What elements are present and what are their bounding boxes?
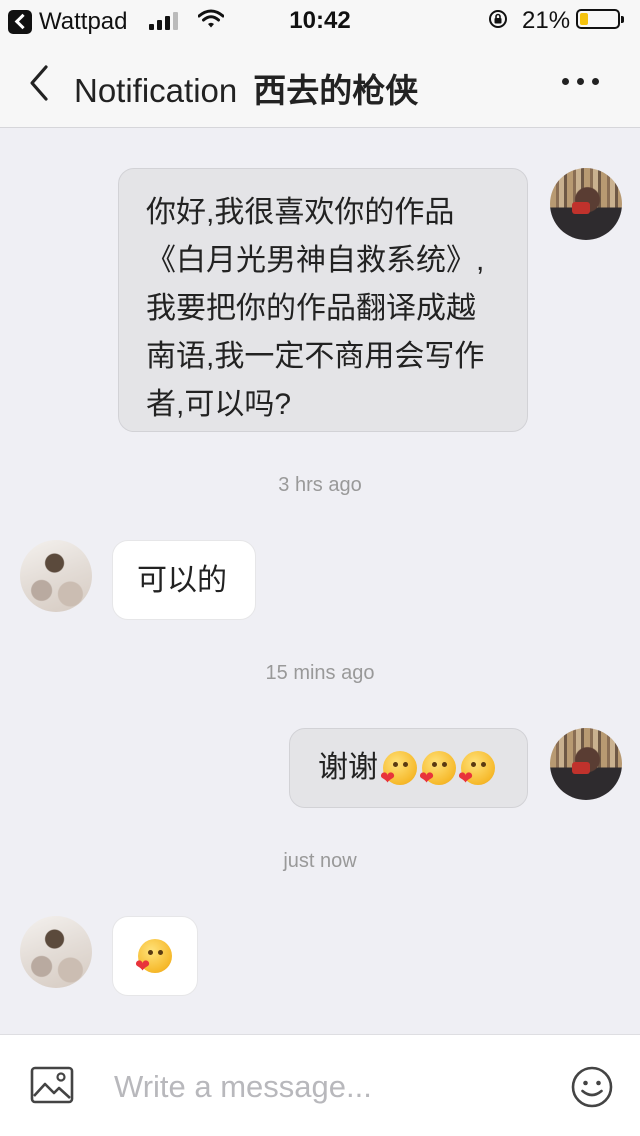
smiley-icon[interactable]: [570, 1065, 614, 1109]
page-title: Notification 西去的枪侠: [74, 64, 418, 112]
battery-level: [580, 13, 588, 25]
battery-icon: [576, 9, 624, 29]
message-input[interactable]: [114, 1065, 534, 1109]
battery-percentage: 21%: [522, 7, 571, 34]
avatar[interactable]: [550, 168, 622, 240]
message-line: 南语,我一定不商用会写作: [146, 340, 485, 373]
message-text: 谢谢: [318, 751, 378, 784]
message-text: 可以的: [137, 564, 227, 597]
status-bar: Wattpad 10:42 21%: [0, 0, 640, 40]
avatar[interactable]: [20, 540, 92, 612]
rotation-lock-icon: [489, 10, 507, 28]
message-bubble-sent: 你好,我很喜欢你的作品 《白月光男神自救系统》, 我要把你的作品翻译成越 南语,…: [118, 168, 528, 432]
hug-emoji-icon: ❤: [380, 751, 417, 787]
avatar[interactable]: [20, 916, 92, 988]
title-label: Notification: [74, 72, 238, 109]
message-bubble-sent: 谢谢 ❤ ❤ ❤: [289, 728, 528, 808]
timestamp: 15 mins ago: [265, 662, 375, 684]
message-list: 你好,我很喜欢你的作品 《白月光男神自救系统》, 我要把你的作品翻译成越 南语,…: [0, 128, 640, 1034]
message-composer: [0, 1034, 640, 1136]
message-line: 《白月光男神自救系统》,: [146, 244, 485, 277]
timestamp: just now: [283, 850, 357, 872]
ellipsis-icon[interactable]: [562, 78, 599, 85]
navigation-bar: Notification 西去的枪侠: [0, 40, 640, 128]
message-bubble-received: ❤: [112, 916, 198, 996]
hug-emoji-icon: ❤: [419, 751, 456, 787]
image-icon[interactable]: [30, 1065, 74, 1105]
conversation-username: 西去的枪侠: [253, 72, 419, 109]
hug-emoji-icon: ❤: [458, 751, 495, 787]
avatar[interactable]: [550, 728, 622, 800]
timestamp: 3 hrs ago: [278, 474, 362, 496]
message-line: 者,可以吗?: [146, 388, 292, 421]
message-bubble-received: 可以的: [112, 540, 256, 620]
hug-emoji-icon: ❤: [135, 939, 172, 975]
message-line: 你好,我很喜欢你的作品: [146, 196, 455, 229]
chevron-left-icon[interactable]: [22, 62, 58, 104]
message-line: 我要把你的作品翻译成越: [146, 292, 476, 325]
